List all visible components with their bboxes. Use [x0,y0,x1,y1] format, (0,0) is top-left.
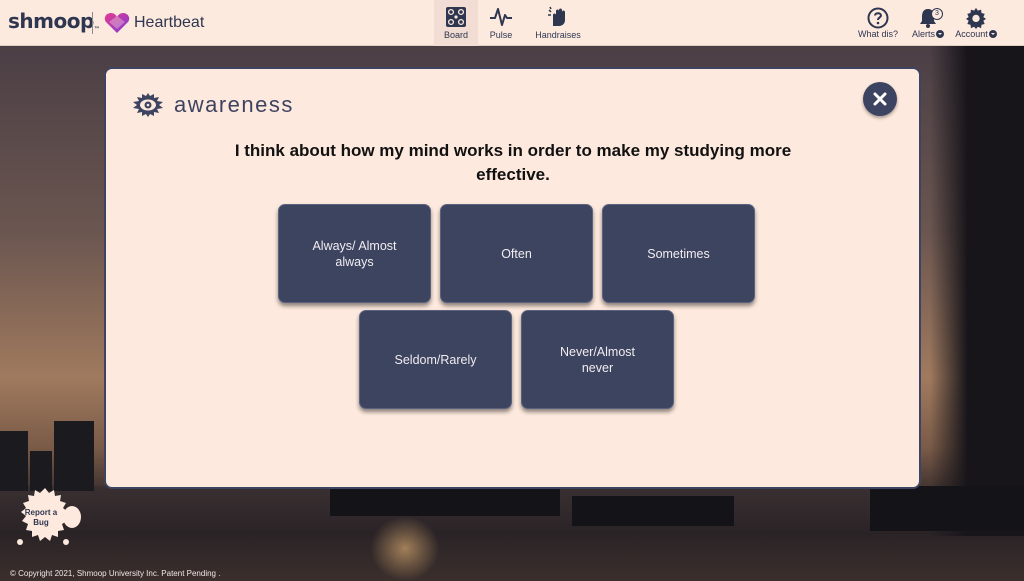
alerts-button[interactable]: 3 Alerts [906,0,950,46]
close-button[interactable] [863,82,897,116]
option-seldom-button[interactable]: Seldom/Rarely [359,310,512,409]
option-sometimes-button[interactable]: Sometimes [602,204,755,303]
bridge-column [930,46,1024,536]
chevron-down-icon [936,30,944,38]
nav-board[interactable]: Board [434,0,478,46]
modal-title: awareness [174,92,294,117]
bridge-pier [330,486,560,516]
option-never-button[interactable]: Never/Almost never [521,310,674,409]
nav-pulse[interactable]: Pulse [484,0,518,46]
city-building [30,451,52,491]
board-icon [446,7,466,27]
option-often-button[interactable]: Often [440,204,593,303]
sun-reflection [370,516,440,581]
bridge-pier [572,496,734,526]
question-text: I think about how my mind works in order… [234,141,792,184]
question-modal: awareness I think about how my mind work… [104,67,921,489]
what-dis-label: What dis? [857,29,899,39]
alerts-count-badge: 3 [931,8,943,20]
city-building [54,421,94,491]
chevron-down-icon [988,30,997,38]
pulse-icon [490,8,512,26]
eye-icon [133,93,163,117]
report-bug-label[interactable]: Report a Bug [19,508,63,528]
gear-icon [965,7,987,29]
what-dis-button[interactable]: What dis? [856,0,900,46]
account-button[interactable]: Account [952,0,1000,46]
nav-handraises-label: Handraises [535,30,581,40]
bridge-base [870,486,1024,531]
nav-handraises[interactable]: Handraises [530,0,586,46]
alerts-label: Alerts [912,29,944,39]
city-building [0,431,28,491]
nav-pulse-label: Pulse [489,30,513,40]
logo-divider [92,12,93,34]
handraise-icon [548,6,565,26]
nav-board-label: Board [443,30,469,40]
heartbeat-logo-text: Heartbeat [134,14,205,31]
shmoop-logo[interactable]: shmoop™ [8,9,100,33]
top-header: shmoop™ Heartbeat Board Pulse Handraises… [0,0,1024,46]
option-always-button[interactable]: Always/ Almost always [278,204,431,303]
close-icon [873,92,887,106]
account-label: Account [955,29,997,39]
question-icon [867,7,889,29]
heartbeat-heart-icon [104,13,130,33]
copyright-text: © Copyright 2021, Shmoop University Inc.… [10,569,221,578]
